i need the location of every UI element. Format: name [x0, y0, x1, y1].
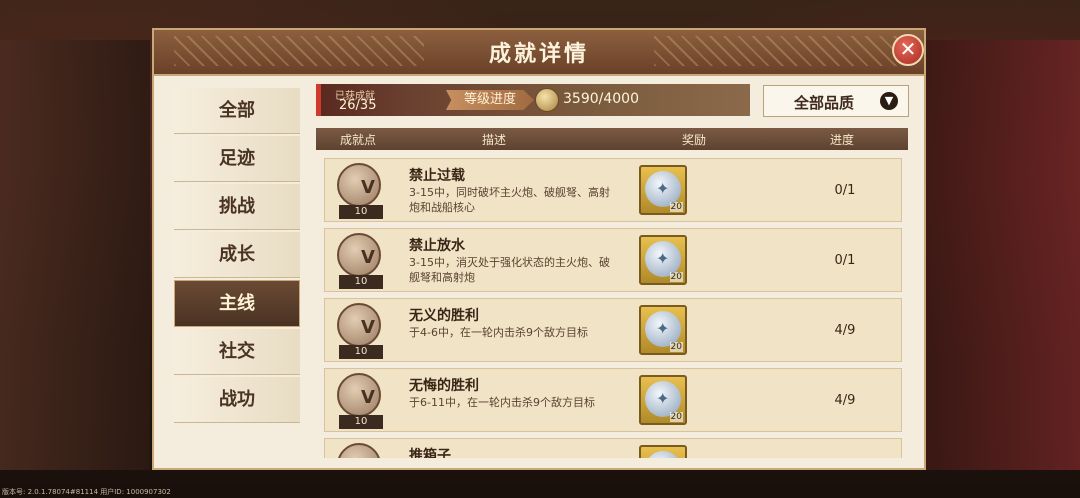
reward-quantity: 20	[669, 202, 683, 212]
row-description: 于4-6中，在一轮内击杀9个敌方目标	[409, 326, 588, 339]
sidebar-item-merit[interactable]: 战功	[174, 377, 300, 423]
version-footer: 版本号: 2.0.1.78074#81114 用户ID: 1000907302	[2, 488, 171, 496]
medal-points: 10	[339, 205, 383, 219]
close-icon[interactable]: ✕	[892, 34, 924, 66]
row-name: 无悔的胜利	[409, 378, 479, 394]
table-row: V 10 禁止过载 3-15中，同时破坏主火炮、破舰弩、高射炮和战船核心 ✦ 20…	[324, 158, 902, 222]
medal-points: 10	[339, 345, 383, 359]
row-name: 推箱子	[409, 448, 451, 458]
reward-quantity: 20	[669, 342, 683, 352]
medal-icon: V	[337, 443, 381, 458]
quality-filter-button[interactable]: 全部品质 ▼	[763, 85, 909, 117]
sidebar-item-social[interactable]: 社交	[174, 329, 300, 375]
category-sidebar: 全部 足迹 挑战 成长 主线 社交 战功	[174, 88, 300, 425]
row-progress: 4/9	[834, 393, 856, 408]
level-progress-label: 等级进度	[446, 90, 534, 110]
background-left	[0, 40, 150, 470]
table-header: 成就点 描述 奖励 进度	[316, 128, 908, 150]
header-progress: 进度	[830, 133, 855, 147]
earned-count: 26/35	[339, 98, 377, 113]
sidebar-item-all[interactable]: 全部	[174, 88, 300, 134]
row-progress: 4/9	[834, 323, 856, 338]
table-row: V 10 无悔的胜利 于6-11中，在一轮内击杀9个敌方目标 ✦ 20 4/9	[324, 368, 902, 432]
reward-item[interactable]: ✦ 20	[639, 375, 687, 425]
title-bar: 成就详情	[154, 30, 924, 76]
sidebar-item-challenge[interactable]: 挑战	[174, 184, 300, 230]
header-points: 成就点	[340, 133, 377, 147]
quality-filter-label: 全部品质	[794, 94, 855, 112]
achievement-panel: 成就详情 全部 足迹 挑战 成长 主线 社交 战功 已获成就 26/35 等级进…	[152, 28, 926, 470]
row-name: 禁止放水	[409, 238, 465, 254]
reward-icon: ✦	[656, 389, 670, 408]
reward-icon: ✦	[656, 179, 670, 198]
reward-item[interactable]: ✦ 20	[639, 305, 687, 355]
medal-points: 10	[339, 415, 383, 429]
reward-icon: ✦	[656, 249, 670, 268]
table-row: V 10 禁止放水 3-15中，消灭处于强化状态的主火炮、破舰弩和高射炮 ✦ 20…	[324, 228, 902, 292]
row-progress: 0/1	[834, 253, 856, 268]
header-reward: 奖励	[682, 133, 707, 147]
row-description: 于6-11中，在一轮内击杀9个敌方目标	[409, 396, 595, 409]
medal-icon: V	[337, 163, 381, 207]
header-description: 描述	[482, 133, 507, 147]
background-right	[920, 40, 1080, 470]
table-row: V 10 无义的胜利 于4-6中，在一轮内击杀9个敌方目标 ✦ 20 4/9	[324, 298, 902, 362]
chevron-down-icon: ▼	[880, 92, 898, 110]
row-description: 3-15中，消灭处于强化状态的主火炮、破舰弩和高射炮	[409, 256, 610, 284]
row-name: 无义的胜利	[409, 308, 479, 324]
reward-item[interactable]: ✦ 20	[639, 165, 687, 215]
row-progress: 0/1	[834, 183, 856, 198]
achievement-progress-bar: 已获成就 26/35 等级进度 3590/4000	[316, 84, 750, 116]
reward-item[interactable]: ✦	[639, 445, 687, 458]
medal-icon: V	[337, 373, 381, 417]
reward-quantity: 20	[669, 412, 683, 422]
sidebar-item-main[interactable]: 主线	[174, 280, 300, 327]
reward-icon: ✦	[656, 319, 670, 338]
medal-icon: V	[337, 303, 381, 347]
medal-points: 10	[339, 275, 383, 289]
page-title: 成就详情	[488, 42, 589, 67]
sidebar-item-footprint[interactable]: 足迹	[174, 136, 300, 182]
table-row: V 推箱子 ✦	[324, 438, 902, 458]
row-description: 3-15中，同时破坏主火炮、破舰弩、高射炮和战船核心	[409, 186, 610, 214]
coin-icon	[535, 88, 559, 112]
sidebar-item-growth[interactable]: 成长	[174, 232, 300, 278]
level-progress-value: 3590/4000	[563, 91, 639, 107]
row-name: 禁止过载	[409, 168, 465, 184]
achievement-list[interactable]: V 10 禁止过载 3-15中，同时破坏主火炮、破舰弩、高射炮和战船核心 ✦ 20…	[324, 158, 902, 458]
medal-icon: V	[337, 233, 381, 277]
reward-quantity: 20	[669, 272, 683, 282]
reward-item[interactable]: ✦ 20	[639, 235, 687, 285]
